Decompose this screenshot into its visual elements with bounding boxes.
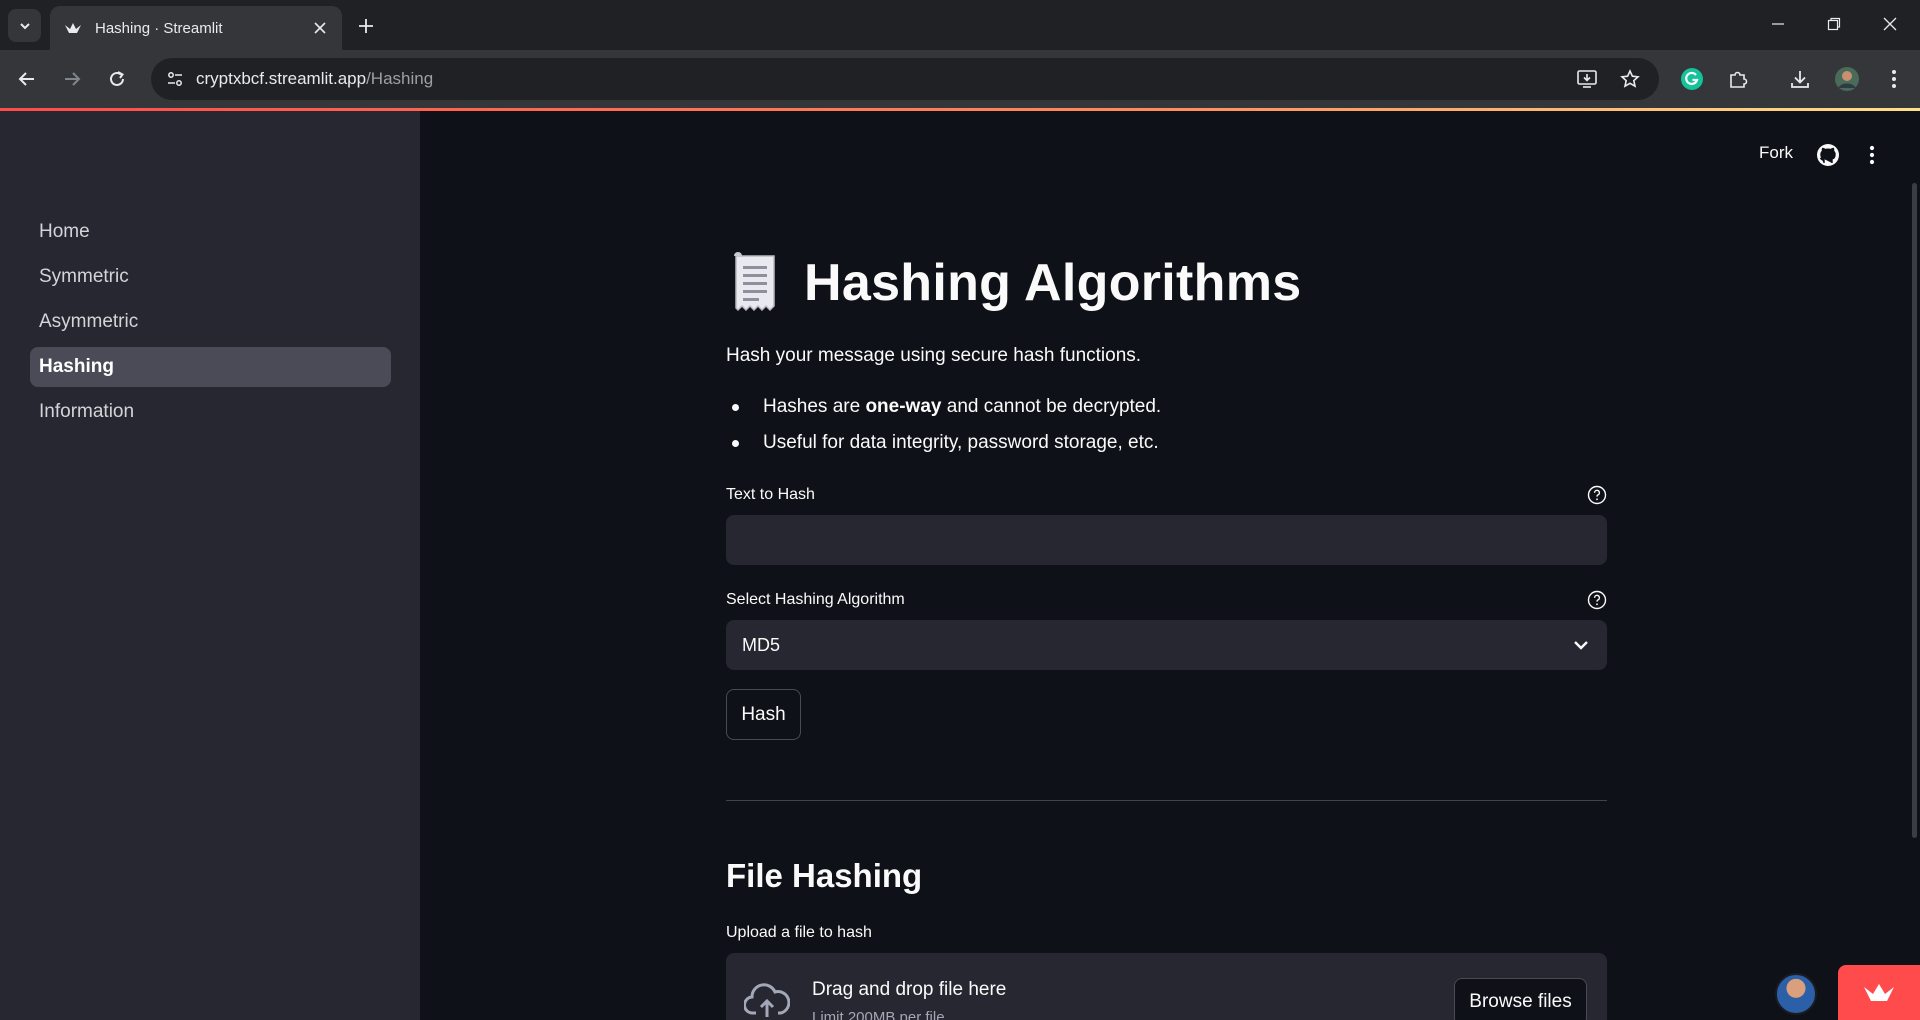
sidebar-item-label: Asymmetric bbox=[39, 311, 139, 332]
text-to-hash-input[interactable] bbox=[726, 515, 1607, 565]
restore-button[interactable] bbox=[1809, 8, 1859, 40]
main-scrollbar[interactable] bbox=[1912, 183, 1917, 838]
chevron-down-icon bbox=[19, 22, 30, 29]
tab-close-icon[interactable] bbox=[310, 18, 330, 38]
main-content bbox=[420, 111, 1920, 1020]
viewer-avatar[interactable] bbox=[1775, 973, 1817, 1015]
file-hashing-heading: File Hashing bbox=[726, 857, 923, 894]
tab-search-button[interactable] bbox=[8, 9, 41, 42]
help-icon[interactable] bbox=[1587, 590, 1607, 610]
list-item: Hashes are one-way and cannot be decrypt… bbox=[726, 395, 1161, 431]
minimize-button[interactable] bbox=[1753, 8, 1803, 40]
site-info-icon[interactable] bbox=[159, 63, 191, 95]
file-limit-text: Limit 200MB per file bbox=[812, 1009, 945, 1020]
bookmark-star-icon[interactable] bbox=[1616, 65, 1644, 93]
sidebar: Home Symmetric Asymmetric Hashing Inform… bbox=[0, 111, 420, 1020]
page-title: Hashing Algorithms bbox=[804, 254, 1302, 312]
fork-button[interactable]: Fork bbox=[1759, 143, 1793, 163]
new-tab-button[interactable] bbox=[352, 12, 380, 40]
restore-icon bbox=[1827, 17, 1841, 31]
tab-title: Hashing · Streamlit bbox=[95, 19, 223, 37]
url-text: cryptxbcf.streamlit.app/Hashing bbox=[196, 69, 434, 88]
browser-toolbar: cryptxbcf.streamlit.app/Hashing bbox=[0, 50, 1920, 108]
page-title-row: Hashing Algorithms bbox=[726, 252, 1302, 314]
extensions-icon[interactable] bbox=[1724, 65, 1752, 93]
reload-icon bbox=[110, 71, 124, 86]
main-menu-icon[interactable] bbox=[1858, 141, 1886, 169]
hash-algorithm-select[interactable]: MD5 bbox=[726, 620, 1607, 670]
list-item: Useful for data integrity, password stor… bbox=[726, 431, 1161, 467]
drag-drop-text: Drag and drop file here bbox=[812, 979, 1007, 1000]
sidebar-item-label: Information bbox=[39, 401, 135, 422]
browser-tab[interactable]: Hashing · Streamlit bbox=[50, 6, 342, 50]
browser-menu-icon[interactable] bbox=[1880, 65, 1908, 93]
arrow-left-icon bbox=[18, 72, 34, 86]
browser-tab-bar: Hashing · Streamlit bbox=[0, 0, 1920, 50]
hash-algorithm-label: Select Hashing Algorithm bbox=[726, 591, 905, 608]
sidebar-item-symmetric[interactable]: Symmetric bbox=[30, 257, 391, 297]
file-uploader-dropzone[interactable]: Drag and drop file here Limit 200MB per … bbox=[726, 953, 1607, 1020]
sidebar-item-hashing[interactable]: Hashing bbox=[30, 347, 391, 387]
hash-button[interactable]: Hash bbox=[726, 689, 801, 740]
back-button[interactable] bbox=[10, 62, 44, 96]
forward-button[interactable] bbox=[55, 62, 89, 96]
cloud-upload-icon bbox=[744, 983, 790, 1017]
streamlit-crown-icon bbox=[1864, 983, 1894, 1001]
sidebar-item-information[interactable]: Information bbox=[30, 392, 391, 432]
profile-avatar[interactable] bbox=[1833, 65, 1861, 93]
browse-files-button[interactable]: Browse files bbox=[1454, 978, 1587, 1020]
plus-icon bbox=[359, 19, 373, 33]
receipt-icon bbox=[734, 252, 775, 312]
chevron-down-icon bbox=[1574, 641, 1588, 650]
page-subtitle: Hash your message using secure hash func… bbox=[726, 345, 1142, 366]
sidebar-item-label: Home bbox=[39, 221, 90, 242]
upload-label: Upload a file to hash bbox=[726, 924, 872, 941]
minimize-icon bbox=[1772, 23, 1784, 25]
help-icon[interactable] bbox=[1587, 485, 1607, 505]
divider bbox=[726, 800, 1607, 801]
install-app-icon[interactable] bbox=[1573, 65, 1601, 93]
sidebar-item-label: Hashing bbox=[39, 356, 114, 377]
grammarly-icon[interactable] bbox=[1678, 65, 1706, 93]
text-to-hash-label: Text to Hash bbox=[726, 486, 815, 503]
streamlit-favicon-icon bbox=[64, 19, 82, 37]
streamlit-badge[interactable] bbox=[1838, 965, 1920, 1020]
reload-button[interactable] bbox=[100, 62, 134, 96]
close-icon bbox=[1883, 17, 1897, 31]
sidebar-item-asymmetric[interactable]: Asymmetric bbox=[30, 302, 391, 342]
sidebar-item-label: Symmetric bbox=[39, 266, 129, 287]
download-icon[interactable] bbox=[1786, 65, 1814, 93]
github-icon[interactable] bbox=[1814, 141, 1842, 169]
info-bullet-list: Hashes are one-way and cannot be decrypt… bbox=[726, 395, 1161, 467]
selected-algorithm: MD5 bbox=[742, 634, 781, 655]
address-bar[interactable]: cryptxbcf.streamlit.app/Hashing bbox=[151, 58, 1659, 100]
arrow-right-icon bbox=[65, 72, 81, 86]
close-window-button[interactable] bbox=[1865, 8, 1915, 40]
sidebar-item-home[interactable]: Home bbox=[30, 212, 391, 252]
